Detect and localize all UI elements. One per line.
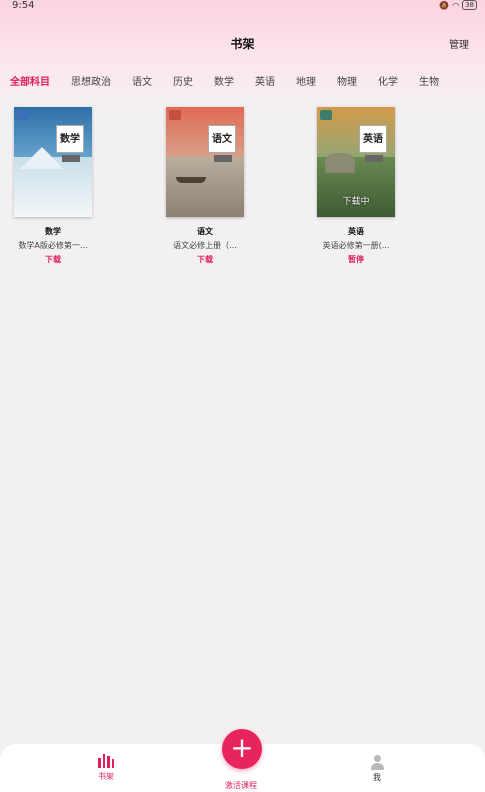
nav-me-label: 我 [373, 773, 381, 782]
publisher-logo-icon [169, 110, 181, 120]
page-title: 书架 [230, 37, 255, 51]
cover-title: 语文 [208, 125, 236, 153]
book-description: 英语必修第一册(... [322, 241, 390, 250]
tab-math[interactable]: 数学 [214, 73, 234, 88]
tab-politics[interactable]: 思想政治 [71, 73, 111, 88]
book-name: 语文 [197, 227, 213, 236]
status-time: 9:54 [12, 0, 35, 11]
tab-english[interactable]: 英语 [255, 73, 275, 88]
cover-subtag [365, 155, 383, 162]
tab-history[interactable]: 历史 [173, 73, 193, 88]
tab-chemistry[interactable]: 化学 [378, 73, 398, 88]
cover-subtag [62, 155, 80, 162]
cover-title: 数学 [56, 125, 84, 153]
book-chinese[interactable]: 语文 语文 语文必修上册（... 下载 [145, 107, 265, 265]
book-cover[interactable]: 语文 [166, 107, 244, 217]
tab-chinese[interactable]: 语文 [132, 73, 152, 88]
add-course-button[interactable]: + [222, 729, 262, 769]
mute-icon: 🔕 [439, 0, 450, 10]
status-bar: 9:54 🔕 ◠ 38 [0, 0, 485, 14]
nav-bookshelf[interactable]: 书架 [76, 754, 136, 782]
publisher-logo-icon [320, 110, 332, 120]
download-button[interactable]: 下载 [145, 254, 265, 265]
cover-title: 英语 [359, 125, 387, 153]
book-cover[interactable]: 英语 下载中 [317, 107, 395, 217]
nav-activate-label: 激活课程 [225, 781, 257, 790]
book-name: 数学 [45, 227, 61, 236]
nav-activate-course[interactable]: 激活课程 [211, 780, 271, 791]
wifi-icon: ◠ [452, 0, 460, 10]
header-background [0, 0, 485, 110]
status-icons: 🔕 ◠ 38 [439, 0, 477, 10]
subject-tabs: 全部科目 思想政治 语文 历史 数学 英语 地理 物理 化学 生物 [10, 73, 460, 88]
battery-icon: 38 [462, 0, 477, 10]
book-description: 语文必修上册（... [173, 241, 237, 250]
tab-geography[interactable]: 地理 [296, 73, 316, 88]
pause-button[interactable]: 暂停 [296, 254, 416, 265]
user-icon [369, 754, 385, 770]
book-name: 英语 [348, 227, 364, 236]
tab-biology[interactable]: 生物 [419, 73, 439, 88]
nav-me[interactable]: 我 [347, 754, 407, 783]
manage-button[interactable]: 管理 [449, 36, 469, 51]
book-cover[interactable]: 数学 [14, 107, 92, 217]
book-math[interactable]: 数学 数学 数学A版必修第一... 下载 [0, 107, 113, 265]
cover-subtag [214, 155, 232, 162]
publisher-logo-icon [17, 110, 29, 120]
tab-physics[interactable]: 物理 [337, 73, 357, 88]
tab-all[interactable]: 全部科目 [10, 73, 50, 88]
book-english[interactable]: 英语 下载中 英语 英语必修第一册(... 暂停 [296, 107, 416, 265]
book-description: 数学A版必修第一... [18, 241, 88, 250]
nav-bookshelf-label: 书架 [98, 772, 114, 781]
downloading-label: 下载中 [342, 197, 370, 207]
bookshelf-icon [98, 754, 114, 768]
download-button[interactable]: 下载 [0, 254, 113, 265]
